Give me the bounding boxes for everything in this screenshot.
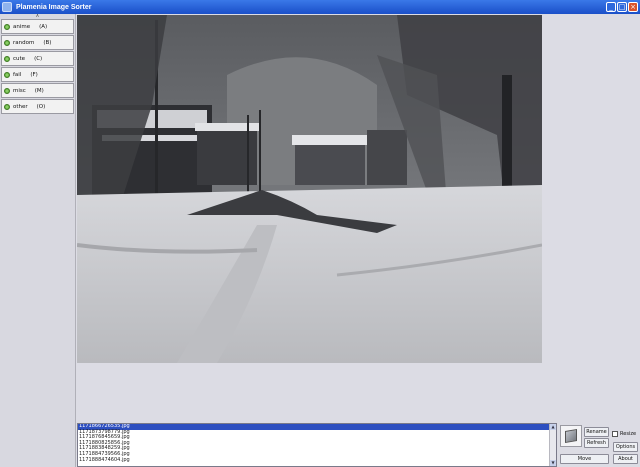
image-preview-area bbox=[77, 14, 640, 422]
about-button[interactable]: About bbox=[613, 454, 638, 464]
bottom-bar: 1171866726535.jpg 1171873798779.jpg 1171… bbox=[77, 422, 640, 467]
folder-dot-icon bbox=[4, 23, 10, 30]
options-button[interactable]: Options bbox=[613, 442, 638, 452]
category-shortcut: (O) bbox=[36, 103, 46, 110]
category-label: fail bbox=[13, 71, 22, 78]
rename-button[interactable]: Rename bbox=[584, 427, 609, 437]
category-shortcut: (A) bbox=[39, 23, 48, 30]
folder-dot-icon bbox=[4, 103, 10, 110]
category-label: other bbox=[13, 103, 28, 110]
maximize-button[interactable]: □ bbox=[617, 2, 627, 12]
resize-option[interactable]: Resize bbox=[612, 431, 636, 437]
category-anime[interactable]: anime (A) bbox=[1, 19, 74, 34]
category-label: cute bbox=[13, 55, 26, 62]
folder-dot-icon bbox=[4, 87, 10, 94]
category-label: anime bbox=[13, 23, 31, 30]
window-title: Plamenia Image Sorter bbox=[16, 3, 92, 11]
resize-label: Resize bbox=[620, 431, 637, 437]
scroll-down-icon[interactable]: ▼ bbox=[550, 460, 556, 466]
category-panel: ∧ anime (A) random (B) cute (C) fail (F)… bbox=[0, 14, 76, 467]
window-controls: _ □ × bbox=[606, 2, 638, 12]
category-misc[interactable]: misc (M) bbox=[1, 83, 74, 98]
thumbnail-preview bbox=[560, 425, 582, 447]
scroll-up-icon[interactable]: ▲ bbox=[550, 424, 556, 430]
file-row[interactable]: 1171888474604.jpg bbox=[78, 457, 556, 464]
category-label: random bbox=[13, 39, 35, 46]
category-shortcut: (B) bbox=[43, 39, 52, 46]
move-button[interactable]: Move bbox=[560, 454, 609, 464]
category-cute[interactable]: cute (C) bbox=[1, 51, 74, 66]
close-button[interactable]: × bbox=[628, 2, 638, 12]
minimize-button[interactable]: _ bbox=[606, 2, 616, 12]
category-fail[interactable]: fail (F) bbox=[1, 67, 74, 82]
file-list[interactable]: 1171866726535.jpg 1171873798779.jpg 1171… bbox=[77, 423, 557, 467]
category-other[interactable]: other (O) bbox=[1, 99, 74, 114]
cube-icon bbox=[565, 428, 577, 444]
category-random[interactable]: random (B) bbox=[1, 35, 74, 50]
app-icon bbox=[2, 2, 12, 12]
category-shortcut: (F) bbox=[30, 71, 38, 78]
category-label: misc bbox=[13, 87, 26, 94]
category-shortcut: (M) bbox=[34, 87, 44, 94]
action-controls: Rename Refresh Resize Options Move About bbox=[560, 423, 640, 467]
folder-dot-icon bbox=[4, 71, 10, 78]
category-shortcut: (C) bbox=[34, 55, 43, 62]
file-list-scrollbar[interactable]: ▲ ▼ bbox=[549, 424, 556, 466]
refresh-button[interactable]: Refresh bbox=[584, 438, 609, 448]
title-bar: Plamenia Image Sorter _ □ × bbox=[0, 0, 640, 14]
folder-dot-icon bbox=[4, 39, 10, 46]
image-preview bbox=[77, 15, 542, 363]
resize-checkbox[interactable] bbox=[612, 431, 618, 437]
folder-dot-icon bbox=[4, 55, 10, 62]
